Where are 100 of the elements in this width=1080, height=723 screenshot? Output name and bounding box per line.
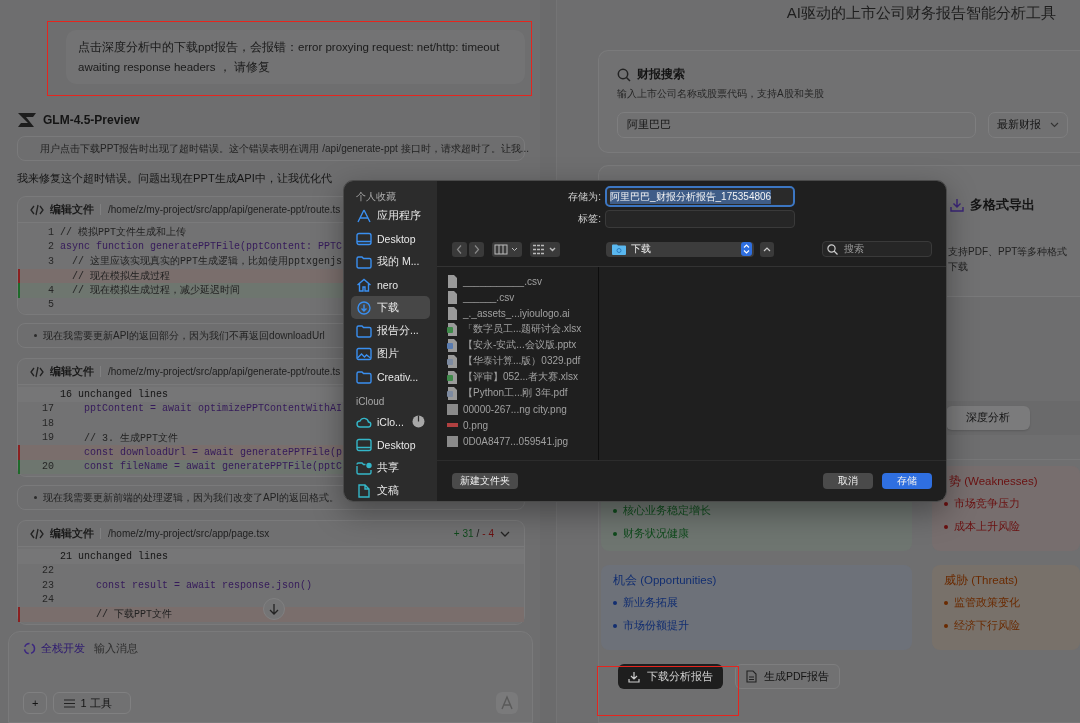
download-icon	[628, 670, 640, 683]
sidebar-item[interactable]: iClo...	[351, 410, 430, 433]
line-number: 17	[41, 403, 55, 415]
save-button[interactable]: 存储	[882, 473, 932, 489]
spreadsheet-file-icon	[447, 370, 458, 384]
file-item[interactable]: 00000-267...ng city.png	[447, 401, 598, 417]
swot-item: 财务状况健康	[623, 526, 689, 541]
file-item[interactable]: 【评审】052...者大赛.xlsx	[447, 369, 598, 385]
add-button[interactable]: +	[23, 692, 48, 714]
file-icon	[447, 274, 458, 288]
folder-icon	[356, 369, 372, 384]
bullet-icon	[613, 600, 617, 605]
image-file-icon	[447, 402, 458, 416]
collapse-button[interactable]	[760, 241, 774, 257]
image-file-icon	[447, 434, 458, 448]
code-icon	[30, 527, 44, 540]
sidebar-item[interactable]: Desktop	[351, 433, 430, 456]
page-subtitle: AI驱动的上市公司财务报告智能分析工具	[785, 4, 1057, 23]
column-view-button[interactable]	[492, 241, 522, 257]
file-item[interactable]: 0.png	[447, 417, 598, 433]
apps-icon	[356, 208, 372, 223]
swot-item: 市场竞争压力	[954, 496, 1020, 511]
file-item[interactable]: 【Python工...刚 3年.pdf	[447, 385, 598, 401]
sidebar-item[interactable]: 应用程序	[351, 204, 430, 227]
user-message: 点击深度分析中的下载ppt报告，会报错：error proxying request: net/http: timeout awaiting response headers ， 请修复	[66, 30, 525, 84]
bullet-icon	[34, 334, 37, 337]
chevron-icon	[1050, 122, 1059, 128]
action-button[interactable]: 下载分析报告	[618, 664, 723, 689]
sidebar-item[interactable]: 共享	[351, 456, 430, 479]
bullet-icon	[944, 623, 948, 628]
save-as-label: 存储为:	[567, 189, 601, 204]
logo-icon	[17, 112, 37, 128]
search-field[interactable]: 搜索	[822, 241, 932, 257]
grid-view-button[interactable]	[530, 241, 560, 257]
folder-icon	[612, 243, 626, 255]
back-forward-control[interactable]	[452, 241, 484, 257]
sidebar-item[interactable]: Creativ...	[351, 365, 430, 388]
arrow-down-icon	[269, 602, 279, 615]
download-icon	[950, 198, 964, 212]
file-item[interactable]: 【安永-安武...会议版.pptx	[447, 337, 598, 353]
sidebar-item[interactable]: 文稿	[351, 479, 430, 501]
company-field[interactable]: 阿里巴巴	[617, 112, 976, 138]
scroll-down-button[interactable]	[263, 597, 285, 620]
card-title: 财报搜索	[637, 66, 685, 83]
line-number: 4	[47, 284, 55, 296]
line-number: 22	[41, 565, 55, 577]
sidebar-item[interactable]: 我的 M...	[351, 250, 430, 273]
code-line: const result = await response.json()	[95, 579, 313, 591]
bullet-icon	[944, 501, 948, 506]
bullet-icon	[613, 623, 617, 628]
file-item[interactable]: ______.csv	[447, 289, 598, 305]
sidebar-section-title: iCloud	[355, 396, 386, 408]
slides-file-icon	[447, 338, 458, 352]
cancel-button[interactable]: 取消	[823, 473, 873, 489]
code-line: const fileName = await generatePPTFile(pptC	[83, 461, 343, 473]
folder-icon	[356, 323, 372, 338]
sidebar-item[interactable]: Desktop	[351, 227, 430, 250]
removed-count: - 4	[482, 528, 494, 539]
file-name-field[interactable]: 阿里巴巴_财报分析报告_175354806	[605, 186, 795, 207]
bullet-icon	[613, 531, 617, 536]
code-icon	[30, 365, 44, 378]
file-item[interactable]: 「数字员工...题研讨会.xlsx	[447, 321, 598, 337]
stepper-icon	[741, 242, 752, 256]
download-icon	[356, 300, 372, 315]
file-item[interactable]: _._assets_...iyioulogo.ai	[447, 305, 598, 321]
code-line: 21 unchanged lines	[60, 550, 169, 562]
new-folder-button[interactable]: 新建文件夹	[452, 473, 518, 489]
file-path: /home/z/my-project/src/app/api/generate-ppt/route.ts	[100, 366, 341, 377]
list-icon	[64, 698, 76, 708]
sidebar-item[interactable]: 图片	[351, 342, 430, 365]
card-title: 编辑文件	[50, 364, 94, 379]
tab[interactable]: 深度分析	[946, 406, 1030, 430]
period-select[interactable]: 最新财报	[988, 112, 1068, 138]
bullet-icon	[944, 524, 948, 529]
line-number: 24	[41, 594, 55, 606]
sidebar-item[interactable]: 报告分...	[351, 319, 430, 342]
code-line: const downloadUrl = await generatePPTFile(p	[83, 446, 343, 458]
code-line: // 3. 生成PPT文件	[83, 431, 178, 445]
code-line: async function generatePPTFile(pptContent: PPTC	[60, 241, 343, 253]
pdf-file-icon	[447, 354, 458, 368]
tools-button[interactable]: 1 工具	[53, 692, 131, 714]
model-name: GLM-4.5-Preview	[43, 113, 140, 127]
chevron-icon[interactable]	[500, 530, 510, 537]
swot-item: 核心业务稳定增长	[623, 503, 711, 518]
code-icon	[30, 203, 44, 216]
file-item[interactable]: 0D0A8477...059541.jpg	[447, 433, 598, 449]
line-number: 1	[47, 226, 55, 238]
tags-field[interactable]	[605, 210, 795, 228]
monitor-icon	[356, 231, 372, 246]
sidebar-item[interactable]: 下载	[351, 296, 430, 319]
feature-text: 支持PDF、PPT等多种格式下载	[948, 245, 1069, 274]
reply-text: 我来修复这个超时错误。问题出现在PPT生成API中，让我优化代	[17, 171, 333, 186]
file-item[interactable]: 【华泰计算...版）0329.pdf	[447, 353, 598, 369]
line-number: 20	[41, 461, 55, 473]
file-item[interactable]: ___________.csv	[447, 273, 598, 289]
location-popup[interactable]: 下载	[606, 241, 754, 257]
action-button[interactable]: 生成PDF报告	[735, 664, 840, 689]
shared-folder-icon	[356, 460, 372, 475]
sidebar-item[interactable]: nero	[351, 273, 430, 296]
file-path: /home/z/my-project/src/app/page.tsx	[100, 528, 270, 539]
